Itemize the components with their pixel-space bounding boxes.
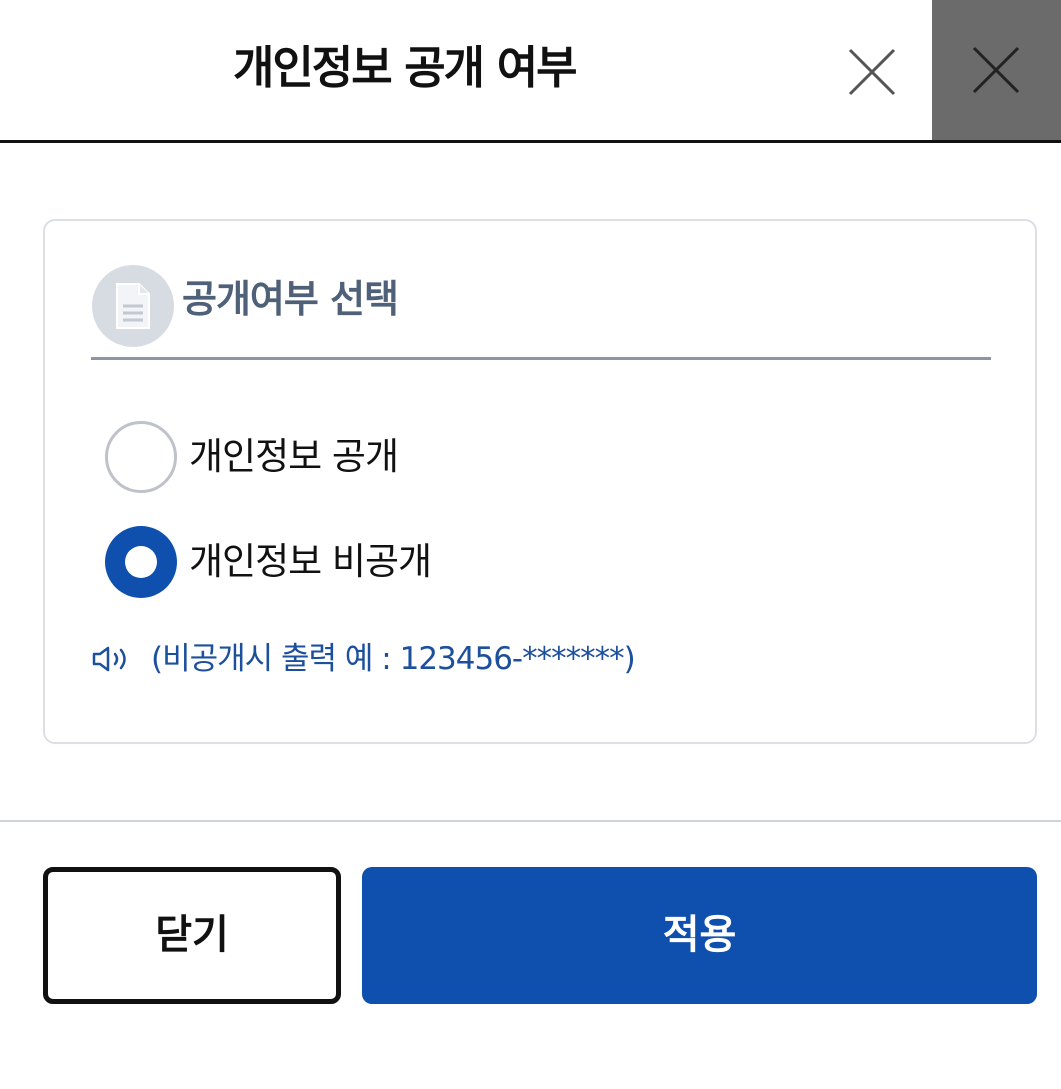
note-text: (비공개시 출력 예 : 123456-*******) xyxy=(151,641,636,677)
radio-button-private[interactable] xyxy=(105,526,177,598)
radio-option-public[interactable]: 개인정보 공개 xyxy=(105,421,605,495)
overlay-close-button[interactable] xyxy=(932,0,1061,140)
footer-divider xyxy=(0,820,1061,822)
modal-header: 개인정보 공개 여부 xyxy=(0,0,1061,143)
speaker-icon xyxy=(92,646,126,672)
close-icon xyxy=(848,48,896,96)
modal-title: 개인정보 공개 여부 xyxy=(233,41,578,94)
apply-button[interactable]: 적용 xyxy=(362,867,1037,1004)
close-icon xyxy=(972,46,1020,94)
radio-button-public[interactable] xyxy=(105,421,177,493)
section-divider xyxy=(91,357,991,360)
section-title: 공개여부 선택 xyxy=(182,277,399,321)
radio-option-private[interactable]: 개인정보 비공개 xyxy=(105,526,605,600)
radio-label-public: 개인정보 공개 xyxy=(189,435,399,478)
close-button[interactable] xyxy=(840,44,904,104)
option-card: 공개여부 선택 개인정보 공개 개인정보 비공개 (비공개시 출력 예 : 12… xyxy=(43,219,1037,744)
document-icon xyxy=(92,265,174,347)
radio-label-private: 개인정보 비공개 xyxy=(189,540,432,583)
close-dialog-button[interactable]: 닫기 xyxy=(43,867,341,1004)
